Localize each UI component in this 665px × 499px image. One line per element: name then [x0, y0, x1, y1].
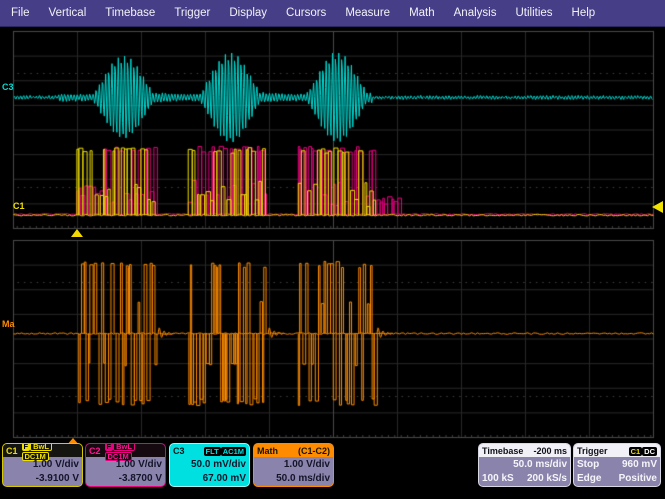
menu-item-help[interactable]: Help — [572, 7, 596, 19]
c1-bwl-badge: BwL — [30, 443, 52, 451]
c3-volts-per-div: 50.0 mV/div — [191, 458, 246, 472]
channel-body-c1: 1.00 V/div -3.9100 V — [3, 457, 82, 485]
math-volts-per-div: 1.00 V/div — [284, 458, 330, 472]
menu-item-timebase[interactable]: Timebase — [105, 7, 155, 19]
menu-item-cursors[interactable]: Cursors — [286, 7, 326, 19]
c2-bwl-badge: BwL — [113, 443, 135, 451]
trigger-time-marker-upper-icon[interactable] — [71, 229, 83, 237]
timebase-header: Timebase -200 ms — [479, 444, 570, 457]
trace-label-math[interactable]: Ma — [2, 320, 15, 329]
math-function: (C1-C2) — [298, 446, 330, 456]
channel-label-c2: C2 — [89, 446, 101, 456]
menu-item-trigger[interactable]: Trigger — [174, 7, 210, 19]
timebase-time-per-div: 50.0 ms/div — [513, 458, 567, 472]
trigger-descriptor[interactable]: Trigger C1DC Stop 960 mV Edge Positive — [573, 443, 661, 487]
menu-bar: File Vertical Timebase Trigger Display Cursor… — [0, 0, 665, 27]
channel-label-c1: C1 — [6, 446, 18, 456]
c2-volts-per-div: 1.00 V/div — [116, 458, 162, 472]
timebase-offset: -200 ms — [533, 446, 567, 456]
channel-body-c2: 1.00 V/div -3.8700 V — [86, 457, 165, 485]
channel-label-c3: C3 — [173, 446, 185, 456]
menu-item-display[interactable]: Display — [229, 7, 267, 19]
timebase-sample-rate: 200 kS/s — [527, 472, 567, 486]
channel-descriptor-c2[interactable]: C2 FBwLDC1M 1.00 V/div -3.8700 V — [85, 443, 166, 487]
channel-descriptor-c3-selected[interactable]: C3 FLTAC1M 50.0 mV/div 67.00 mV — [169, 443, 250, 487]
menu-item-vertical[interactable]: Vertical — [49, 7, 87, 19]
trigger-label: Trigger — [577, 446, 608, 456]
channel-descriptor-c1[interactable]: C1 FBwLDC1M 1.00 V/div -3.9100 V — [2, 443, 83, 487]
trigger-dc-badge: DC — [642, 447, 657, 456]
trigger-body: Stop 960 mV Edge Positive — [574, 457, 660, 485]
c3-flt-badge: FLT — [204, 447, 221, 456]
c1-volts-per-div: 1.00 V/div — [33, 458, 79, 472]
math-header: Math (C1-C2) — [254, 444, 333, 457]
menu-item-utilities[interactable]: Utilities — [515, 7, 552, 19]
trigger-mode: Stop — [577, 458, 599, 472]
channel-body-c3: 50.0 mV/div 67.00 mV — [170, 457, 249, 485]
trigger-c1-badge: C1 — [629, 447, 643, 456]
math-body: 1.00 V/div 50.0 ms/div — [254, 457, 333, 485]
c3-ac1m-badge: AC1M — [221, 447, 246, 456]
timebase-label: Timebase — [482, 446, 523, 456]
channel-badges-c3: FLTAC1M — [204, 446, 246, 456]
trigger-level: 960 mV — [622, 458, 657, 472]
c2-offset: -3.8700 V — [119, 472, 162, 486]
timebase-body: 50.0 ms/div 100 kS 200 kS/s — [479, 457, 570, 485]
c1-f-badge: F — [22, 443, 31, 451]
menu-item-analysis[interactable]: Analysis — [454, 7, 497, 19]
channel-header-c1: C1 FBwLDC1M — [3, 444, 82, 457]
trigger-badges: C1DC — [629, 446, 657, 456]
channel-header-c2: C2 FBwLDC1M — [86, 444, 165, 457]
c3-offset: 67.00 mV — [203, 472, 246, 486]
channel-header-c3: C3 FLTAC1M — [170, 444, 249, 457]
trace-label-c1[interactable]: C1 — [13, 202, 25, 211]
trace-label-c3[interactable]: C3 — [2, 83, 14, 92]
menu-item-measure[interactable]: Measure — [345, 7, 390, 19]
trigger-slope: Positive — [619, 472, 657, 486]
trigger-level-arrow-icon[interactable] — [652, 201, 663, 213]
timebase-samples: 100 kS — [482, 472, 514, 486]
math-label: Math — [257, 446, 278, 456]
trigger-type: Edge — [577, 472, 601, 486]
math-time-per-div: 50.0 ms/div — [276, 472, 330, 486]
menu-item-file[interactable]: File — [11, 7, 30, 19]
timebase-descriptor[interactable]: Timebase -200 ms 50.0 ms/div 100 kS 200 k… — [478, 443, 571, 487]
trigger-header: Trigger C1DC — [574, 444, 660, 457]
c2-f-badge: F — [105, 443, 114, 451]
waveform-display[interactable] — [0, 28, 665, 448]
c1-offset: -3.9100 V — [36, 472, 79, 486]
status-bar: C1 FBwLDC1M 1.00 V/div -3.9100 V C2 FBwL… — [0, 441, 665, 499]
math-descriptor[interactable]: Math (C1-C2) 1.00 V/div 50.0 ms/div — [253, 443, 334, 487]
menu-item-math[interactable]: Math — [409, 7, 435, 19]
